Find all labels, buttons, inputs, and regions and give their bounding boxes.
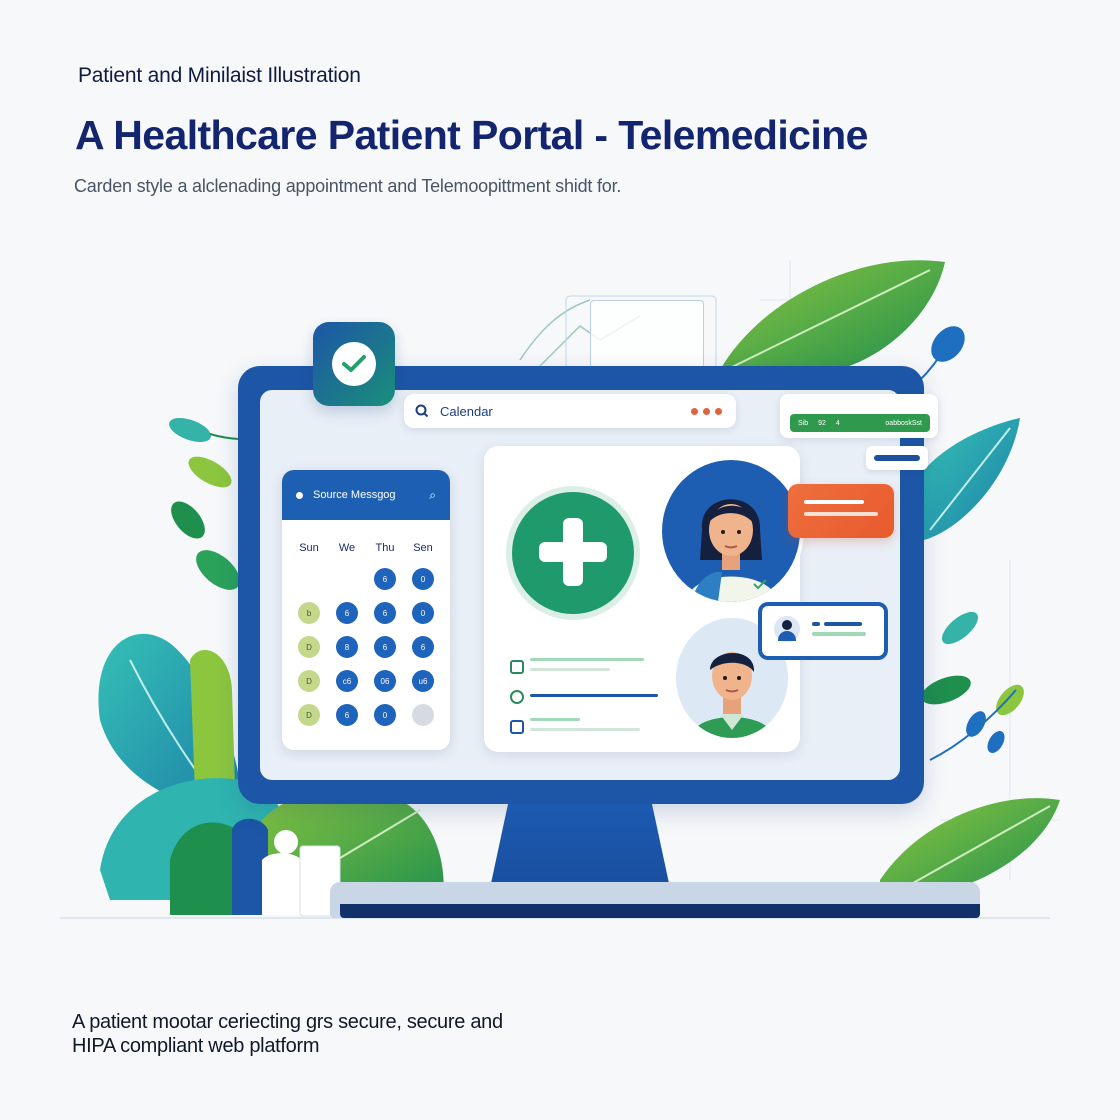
calendar-day-cell[interactable]: 6: [336, 602, 358, 624]
calendar-day-cell[interactable]: 6: [374, 568, 396, 590]
medical-cross-icon: [539, 542, 607, 562]
tab-strip[interactable]: [866, 446, 928, 470]
calendar-day-cell[interactable]: 0: [412, 568, 434, 590]
lock-icon: [510, 720, 524, 734]
caption-line: HIPA compliant web platform: [72, 1035, 320, 1057]
calendar-day-cell[interactable]: 0: [374, 704, 396, 726]
calendar-search-bar[interactable]: Calendar: [404, 394, 736, 428]
background-document-sketch: [590, 300, 704, 372]
calendar-day-cell[interactable]: 6: [374, 602, 396, 624]
weekday-label: We: [338, 542, 356, 554]
calendar-day-cell[interactable]: 0: [412, 602, 434, 624]
calendar-day-cell[interactable]: 6: [412, 636, 434, 658]
status-bar-label: Sib: [798, 419, 809, 427]
window-controls: [691, 407, 722, 415]
calendar-day-cell: [298, 568, 320, 590]
avatar: [774, 616, 800, 642]
doctor-avatar[interactable]: [662, 460, 800, 602]
chat-bubble-outgoing[interactable]: [758, 602, 888, 660]
check-icon: [332, 342, 376, 386]
calendar-card: Source Messgog ⌕ Sun We Thu Sen 60b660D8…: [282, 470, 450, 750]
search-icon[interactable]: ⌕: [429, 488, 436, 503]
record-line: [530, 658, 644, 661]
calendar-day-cell[interactable]: D: [298, 704, 320, 726]
calendar-day-cell[interactable]: c6: [336, 670, 358, 692]
window-dot-icon[interactable]: [715, 407, 722, 415]
weekday-label: Sen: [413, 542, 433, 554]
status-bar-label: 92: [818, 419, 826, 427]
calendar-day-cell[interactable]: 6: [374, 636, 396, 658]
caption-line: A patient mootar ceriecting grs secure, …: [72, 1011, 503, 1033]
record-line: [530, 694, 658, 697]
bullet-icon: [296, 491, 303, 499]
weekday-label: Sun: [299, 542, 319, 554]
status-bar-label: 4: [835, 419, 840, 427]
calendar-day-cell[interactable]: 06: [374, 670, 396, 692]
calendar-day-cell[interactable]: D: [298, 670, 320, 692]
calendar-day-cell[interactable]: D: [298, 636, 320, 658]
status-bar[interactable]: Sib 92 4 oabboskSst: [790, 414, 930, 432]
confirmed-badge[interactable]: [313, 322, 395, 406]
record-line: [530, 728, 640, 731]
doctor-portrait-icon: [686, 499, 778, 602]
weekday-label: Thu: [375, 542, 395, 554]
calendar-day-cell[interactable]: [412, 704, 434, 726]
caption: A patient mootar ceriecting grs secure, …: [72, 1010, 592, 1058]
window-dot-icon[interactable]: [703, 407, 710, 415]
record-line: [530, 718, 580, 721]
calendar-day-cell[interactable]: 6: [336, 704, 358, 726]
calendar-day-cell[interactable]: b: [298, 602, 320, 624]
calendar-day-cell: [336, 568, 358, 590]
record-line: [530, 668, 610, 671]
page-subtitle: Carden style a alclenading appointment a…: [74, 176, 622, 196]
calendar-day-cell[interactable]: 8: [336, 636, 358, 658]
calendar-day-cell[interactable]: u6: [412, 670, 434, 692]
eyebrow-heading: Patient and Minilaist Illustration: [78, 64, 361, 87]
calendar-header: Source Messgog ⌕: [282, 470, 450, 520]
calendar-header-label: Source Messgog: [313, 489, 396, 501]
search-icon: [415, 404, 429, 418]
calendar-weekdays: Sun We Thu Sen: [282, 520, 450, 554]
monitor-base-edge: [340, 904, 980, 918]
page-title: A Healthcare Patient Portal - Telemedici…: [75, 112, 868, 158]
record-icon: [510, 660, 524, 674]
chat-bubble-incoming[interactable]: [788, 484, 894, 538]
status-bar-label: oabboskSst: [885, 419, 922, 427]
calendar-grid: 6 0 b 6 6 0 D 8 6 6 Dc6 06 u6 D 6 0: [282, 554, 450, 726]
settings-icon: [510, 690, 524, 704]
monitor-stand: [490, 804, 670, 888]
window-dot-icon[interactable]: [691, 407, 698, 415]
search-label: Calendar: [440, 403, 493, 419]
